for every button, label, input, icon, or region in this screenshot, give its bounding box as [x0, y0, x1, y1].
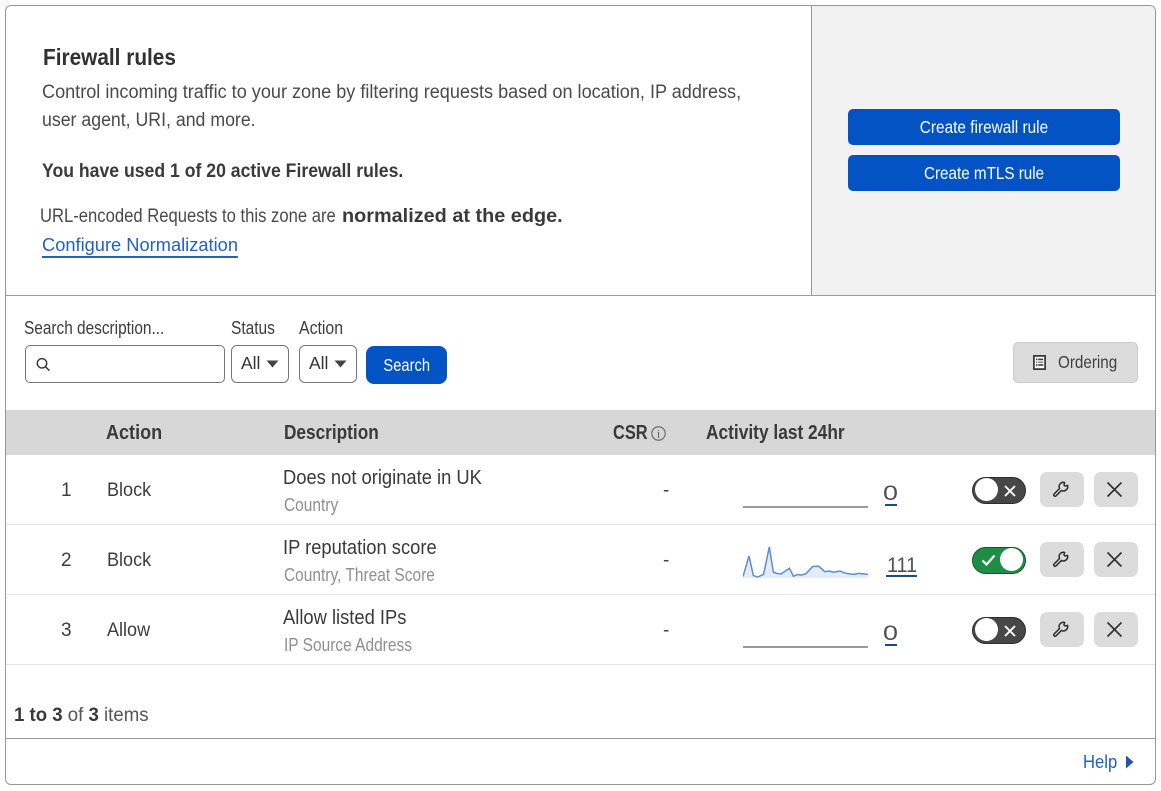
- svg-text:i: i: [656, 426, 660, 440]
